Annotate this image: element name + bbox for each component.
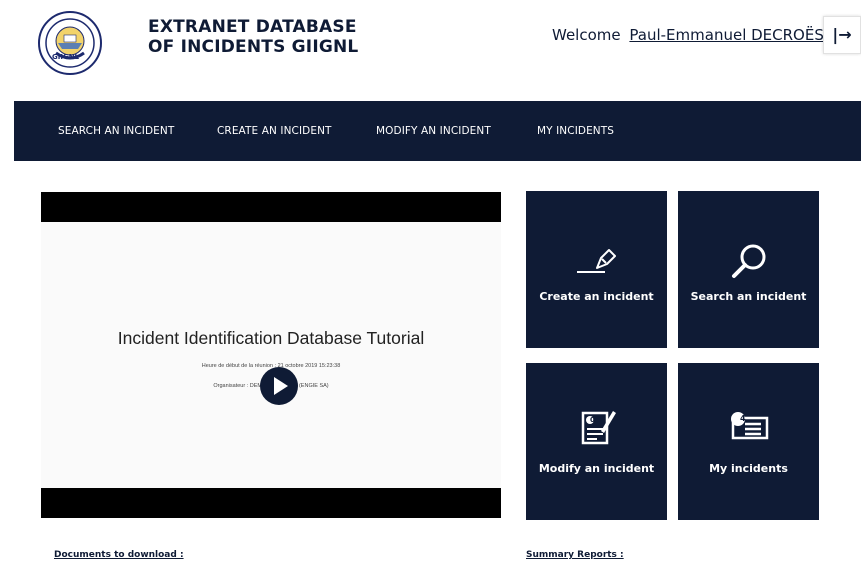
create-incident-label: Create an incident xyxy=(539,290,654,303)
documents-to-download-link[interactable]: Documents to download : xyxy=(54,550,184,560)
pen-icon xyxy=(526,246,667,280)
edit-document-icon: 0 xyxy=(526,407,667,451)
badge-list-icon: 4 xyxy=(678,410,819,448)
video-frame: Incident Identification Database Tutoria… xyxy=(41,222,501,488)
site-title-line2: OF INCIDENTS GIIGNL xyxy=(148,37,359,57)
tutorial-video-player[interactable]: Incident Identification Database Tutoria… xyxy=(41,192,501,518)
welcome-message: Welcome Paul-Emmanuel DECROËS xyxy=(552,26,824,44)
header: GIIGNL EXTRANET DATABASE OF INCIDENTS GI… xyxy=(0,0,861,100)
my-incidents-tile[interactable]: 4 My incidents xyxy=(678,363,819,520)
nav-modify-incident[interactable]: MODIFY AN INCIDENT xyxy=(376,125,491,137)
play-button[interactable] xyxy=(260,367,298,405)
nav-search-incident[interactable]: SEARCH AN INCIDENT xyxy=(58,125,174,137)
magnifier-icon xyxy=(678,241,819,285)
user-profile-link[interactable]: Paul-Emmanuel DECROËS xyxy=(629,26,823,44)
welcome-label: Welcome xyxy=(552,26,621,44)
search-incident-label: Search an incident xyxy=(690,290,807,303)
nav-my-incidents[interactable]: MY INCIDENTS xyxy=(537,125,614,137)
site-title-line1: EXTRANET DATABASE xyxy=(148,17,357,37)
modify-incident-tile[interactable]: 0 Modify an incident xyxy=(526,363,667,520)
create-incident-tile[interactable]: Create an incident xyxy=(526,191,667,348)
summary-reports-link[interactable]: Summary Reports : xyxy=(526,550,624,560)
my-incidents-label: My incidents xyxy=(709,462,788,475)
modify-incident-label: Modify an incident xyxy=(538,462,655,475)
logout-button[interactable]: |→ xyxy=(823,16,861,54)
modify-number: 0 xyxy=(590,416,595,424)
main-nav: SEARCH AN INCIDENT CREATE AN INCIDENT MO… xyxy=(14,101,861,161)
my-incidents-badge: 4 xyxy=(740,414,746,423)
nav-create-incident[interactable]: CREATE AN INCIDENT xyxy=(217,125,332,137)
giignl-logo[interactable]: GIIGNL xyxy=(38,11,102,75)
logo-text: GIIGNL xyxy=(52,53,80,61)
logo-emblem-icon xyxy=(45,18,95,68)
site-title: EXTRANET DATABASE OF INCIDENTS GIIGNL xyxy=(148,17,358,57)
search-incident-tile[interactable]: Search an incident xyxy=(678,191,819,348)
video-title: Incident Identification Database Tutoria… xyxy=(117,328,425,348)
logout-icon: |→ xyxy=(832,25,852,44)
